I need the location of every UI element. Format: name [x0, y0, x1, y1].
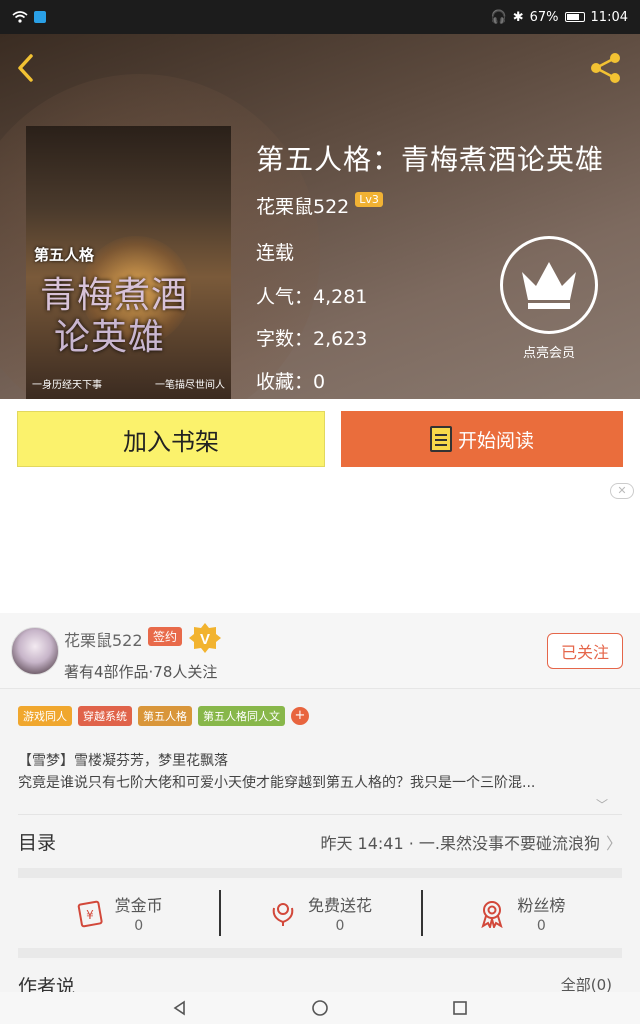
back-arrow-icon	[18, 54, 33, 82]
popularity: 人气：4,281	[256, 286, 368, 308]
free-flower-button[interactable]: 免费送花 0	[219, 878, 420, 948]
nav-home-button[interactable]	[310, 998, 330, 1018]
chevron-right-icon: 〉	[605, 833, 622, 853]
bluetooth-icon: ✱	[512, 9, 524, 25]
word-count: 字数：2,623	[256, 328, 368, 350]
start-reading-button[interactable]: 开始阅读	[341, 411, 623, 467]
cover-footer: 一身历经天下事 一笔描尽世间人	[32, 376, 225, 391]
battery-icon	[564, 12, 585, 22]
catalog-row[interactable]: 目录 昨天 14:41 · 一.果然没事不要碰流浪狗 〉	[18, 814, 622, 868]
medal-icon	[481, 901, 503, 928]
book-intro[interactable]: 【雪梦】雪楼凝芬芳，梦里花飘落 究竟是谁说只有七阶大佬和可爱小天使才能穿越到第五…	[18, 750, 622, 794]
follow-button[interactable]: 已关注	[547, 633, 623, 669]
author-says-row[interactable]: 作者说 全部(0)	[18, 970, 622, 994]
serial-status: 连载	[256, 242, 295, 264]
vip-label: 点亮会员	[522, 346, 575, 361]
tag-item[interactable]: 游戏同人	[18, 706, 72, 726]
status-bar: 🎧 ✱ 67% 11:04	[0, 0, 640, 34]
author-card: 花栗鼠522 签约 V 著有4部作品·78人关注 已关注	[0, 613, 640, 689]
add-to-shelf-button[interactable]: 加入书架	[17, 411, 325, 467]
stat-count: 0	[536, 918, 546, 934]
intro-line-1: 【雪梦】雪楼凝芬芳，梦里花飘落	[18, 753, 228, 769]
tag-list: 游戏同人 穿越系统 第五人格 第五人格同人文 +	[18, 706, 309, 726]
system-nav-bar	[0, 992, 640, 1024]
catalog-title: 目录	[18, 832, 57, 854]
author-card-subtitle: 著有4部作品·78人关注	[64, 663, 218, 681]
nav-recents-button[interactable]	[450, 998, 470, 1018]
avatar[interactable]	[11, 627, 59, 675]
latest-chapter: 昨天 14:41 · 一.果然没事不要碰流浪狗	[320, 833, 600, 853]
cover-footer-right: 一笔描尽世间人	[155, 380, 225, 391]
qq-notification-icon	[34, 11, 46, 23]
author-says-title: 作者说	[18, 976, 76, 994]
clock: 11:04	[590, 9, 628, 25]
vip-button[interactable]	[500, 236, 598, 334]
triangle-back-icon	[173, 1000, 185, 1016]
book-icon	[429, 426, 452, 452]
fan-ranking-button[interactable]: 粉丝榜 0	[420, 878, 622, 948]
circle-home-icon	[312, 1000, 328, 1016]
coin-icon: ¥	[77, 900, 103, 928]
tag-item[interactable]: 穿越系统	[78, 706, 132, 726]
stat-label: 赏金币	[114, 896, 163, 915]
cover-title-line2: 论英雄	[54, 317, 166, 358]
stat-label: 免费送花	[307, 896, 372, 915]
author-line: 花栗鼠522 Lv3	[256, 192, 383, 219]
nav-back-button[interactable]	[170, 998, 190, 1018]
verified-v-icon: V	[189, 623, 221, 653]
author-name[interactable]: 花栗鼠522	[256, 192, 349, 219]
cover-small-title: 第五人格	[34, 246, 95, 264]
headphone-icon: 🎧	[490, 9, 507, 25]
share-icon	[591, 53, 620, 83]
level-badge: Lv3	[355, 192, 383, 207]
tag-item[interactable]: 第五人格	[138, 706, 192, 726]
v-badge-text: V	[200, 631, 210, 648]
ad-area: ✕	[0, 479, 640, 613]
divider	[18, 868, 622, 878]
share-button[interactable]	[588, 50, 624, 86]
stat-count: 0	[335, 918, 345, 934]
stat-label: 粉丝榜	[517, 896, 566, 915]
back-button[interactable]	[10, 50, 40, 86]
expand-intro-chevron-icon[interactable]: ﹀	[596, 796, 608, 813]
crown-icon	[522, 262, 576, 309]
author-says-all: 全部(0)	[560, 976, 612, 994]
svg-text:¥: ¥	[86, 908, 94, 922]
square-recents-icon	[453, 1001, 467, 1015]
favorites: 收藏：0	[256, 371, 326, 393]
wifi-icon	[12, 11, 28, 23]
reward-coin-button[interactable]: ¥ 赏金币 0	[18, 878, 219, 948]
stat-count: 0	[134, 918, 144, 934]
signed-badge: 签约	[148, 627, 183, 646]
book-header: 第五人格 青梅煮酒 论英雄 一身历经天下事 一笔描尽世间人 第五人格：青梅煮酒论…	[0, 34, 640, 399]
action-bar: 加入书架 开始阅读	[0, 399, 640, 479]
author-card-name[interactable]: 花栗鼠522	[64, 627, 143, 651]
start-reading-label: 开始阅读	[457, 429, 534, 452]
tag-item[interactable]: 第五人格同人文	[198, 706, 285, 726]
battery-percent: 67%	[529, 9, 559, 25]
cover-footer-left: 一身历经天下事	[32, 380, 102, 391]
divider	[18, 948, 622, 958]
book-title: 第五人格：青梅煮酒论英雄	[256, 143, 605, 176]
ad-close-button[interactable]: ✕	[610, 483, 634, 499]
support-stats: ¥ 赏金币 0 免费送花 0 粉丝榜 0	[18, 878, 622, 948]
book-cover[interactable]: 第五人格 青梅煮酒 论英雄 一身历经天下事 一笔描尽世间人	[26, 126, 231, 399]
intro-line-2: 究竟是谁说只有七阶大佬和可爱小天使才能穿越到第五人格的？我只是一个三阶混...	[18, 775, 536, 791]
flower-icon	[272, 903, 294, 926]
more-tags-button[interactable]: +	[291, 707, 309, 725]
